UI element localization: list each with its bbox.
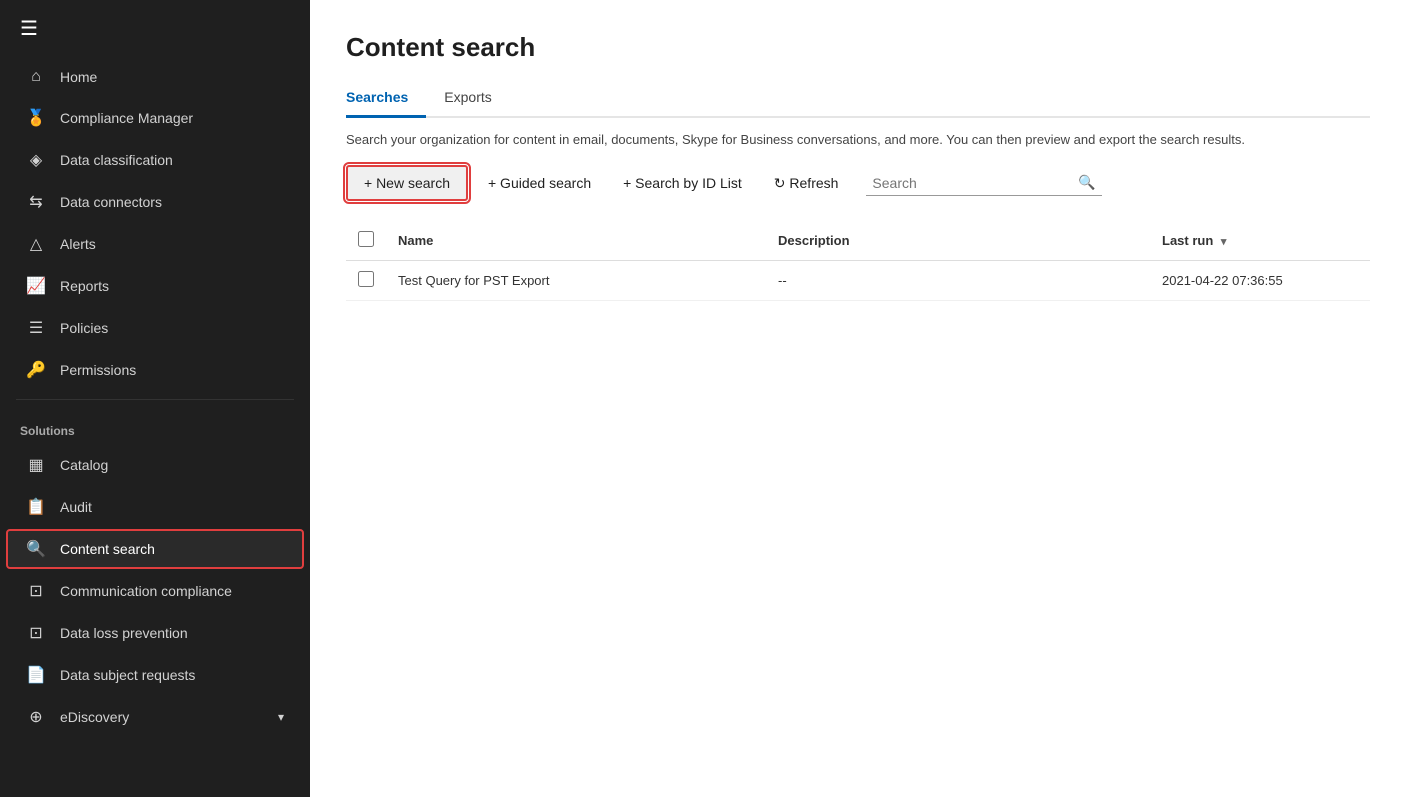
search-icon: 🔍 bbox=[1078, 174, 1095, 191]
sort-icon: ▾ bbox=[1221, 236, 1227, 248]
sidebar-item-communication-compliance[interactable]: ⊡ Communication compliance bbox=[6, 571, 304, 611]
sidebar-item-label: Catalog bbox=[60, 457, 108, 473]
row-checkbox-cell bbox=[346, 261, 386, 301]
sidebar-item-label: Alerts bbox=[60, 236, 96, 252]
sidebar-item-label: Data subject requests bbox=[60, 667, 195, 683]
sidebar-item-label: Permissions bbox=[60, 362, 136, 378]
row-checkbox[interactable] bbox=[358, 271, 374, 287]
tabs: Searches Exports bbox=[346, 81, 1370, 118]
sidebar-item-permissions[interactable]: 🔑 Permissions bbox=[6, 350, 304, 390]
audit-icon: 📋 bbox=[26, 497, 46, 517]
sidebar-item-home[interactable]: ⌂ Home bbox=[6, 58, 304, 96]
sidebar-item-label: Policies bbox=[60, 320, 108, 336]
compliance-manager-icon: 🏅 bbox=[26, 108, 46, 128]
sidebar-item-label: Data classification bbox=[60, 152, 173, 168]
tab-exports[interactable]: Exports bbox=[444, 81, 509, 118]
sidebar-item-label: Compliance Manager bbox=[60, 110, 193, 126]
sidebar-item-reports[interactable]: 📈 Reports bbox=[6, 266, 304, 306]
sidebar-item-label: Communication compliance bbox=[60, 583, 232, 599]
sidebar-item-compliance-manager[interactable]: 🏅 Compliance Manager bbox=[6, 98, 304, 138]
catalog-icon: ▦ bbox=[26, 455, 46, 475]
hamburger-icon[interactable]: ☰ bbox=[0, 0, 310, 57]
sidebar-item-label: Data connectors bbox=[60, 194, 162, 210]
select-all-checkbox[interactable] bbox=[358, 231, 374, 247]
data-subject-requests-icon: 📄 bbox=[26, 665, 46, 685]
ediscovery-icon: ⊕ bbox=[26, 707, 46, 727]
search-input[interactable] bbox=[872, 175, 1072, 191]
content-search-icon: 🔍 bbox=[26, 539, 46, 559]
page-description: Search your organization for content in … bbox=[346, 132, 1246, 147]
last-run-column-header[interactable]: Last run ▾ bbox=[1150, 221, 1370, 261]
data-loss-prevention-icon: ⊡ bbox=[26, 623, 46, 643]
ediscovery-chevron-icon: ▾ bbox=[278, 710, 284, 724]
alerts-icon: △ bbox=[26, 234, 46, 254]
search-by-id-button[interactable]: + Search by ID List bbox=[611, 167, 754, 199]
sidebar-item-label: Reports bbox=[60, 278, 109, 294]
name-column-header[interactable]: Name bbox=[386, 221, 766, 261]
row-name: Test Query for PST Export bbox=[386, 261, 766, 301]
sidebar-item-content-search[interactable]: 🔍 Content search bbox=[6, 529, 304, 569]
sidebar-item-policies[interactable]: ☰ Policies bbox=[6, 308, 304, 348]
results-table: Name Description Last run ▾ Test Query f… bbox=[346, 221, 1370, 301]
select-all-column bbox=[346, 221, 386, 261]
sidebar-item-data-classification[interactable]: ◈ Data classification bbox=[6, 140, 304, 180]
new-search-button[interactable]: + New search bbox=[346, 165, 468, 201]
sidebar-item-ediscovery[interactable]: ⊕ eDiscovery ▾ bbox=[6, 697, 304, 737]
sidebar-item-label: Data loss prevention bbox=[60, 625, 188, 641]
communication-compliance-icon: ⊡ bbox=[26, 581, 46, 601]
row-description: -- bbox=[766, 261, 1150, 301]
sidebar: ☰ ⌂ Home 🏅 Compliance Manager ◈ Data cla… bbox=[0, 0, 310, 797]
search-box: 🔍 bbox=[866, 170, 1101, 196]
data-connectors-icon: ⇆ bbox=[26, 192, 46, 212]
tab-searches[interactable]: Searches bbox=[346, 81, 426, 118]
sidebar-item-label: Audit bbox=[60, 499, 92, 515]
guided-search-button[interactable]: + Guided search bbox=[476, 167, 603, 199]
main-content: Content search Searches Exports Search y… bbox=[310, 0, 1406, 797]
sidebar-item-catalog[interactable]: ▦ Catalog bbox=[6, 445, 304, 485]
reports-icon: 📈 bbox=[26, 276, 46, 296]
solutions-section-label: Solutions bbox=[0, 408, 310, 444]
page-title: Content search bbox=[346, 32, 1370, 63]
sidebar-item-label: Content search bbox=[60, 541, 155, 557]
policies-icon: ☰ bbox=[26, 318, 46, 338]
sidebar-item-data-loss-prevention[interactable]: ⊡ Data loss prevention bbox=[6, 613, 304, 653]
description-column-header: Description bbox=[766, 221, 1150, 261]
data-classification-icon: ◈ bbox=[26, 150, 46, 170]
toolbar: + New search + Guided search + Search by… bbox=[346, 165, 1370, 201]
sidebar-item-label: Home bbox=[60, 69, 97, 85]
sidebar-item-label: eDiscovery bbox=[60, 709, 129, 725]
sidebar-item-alerts[interactable]: △ Alerts bbox=[6, 224, 304, 264]
sidebar-item-data-subject-requests[interactable]: 📄 Data subject requests bbox=[6, 655, 304, 695]
home-icon: ⌂ bbox=[26, 68, 46, 86]
sidebar-item-audit[interactable]: 📋 Audit bbox=[6, 487, 304, 527]
table-row[interactable]: Test Query for PST Export -- 2021-04-22 … bbox=[346, 261, 1370, 301]
refresh-button[interactable]: ↻ Refresh bbox=[762, 167, 851, 200]
permissions-icon: 🔑 bbox=[26, 360, 46, 380]
sidebar-item-data-connectors[interactable]: ⇆ Data connectors bbox=[6, 182, 304, 222]
row-last-run: 2021-04-22 07:36:55 bbox=[1150, 261, 1370, 301]
